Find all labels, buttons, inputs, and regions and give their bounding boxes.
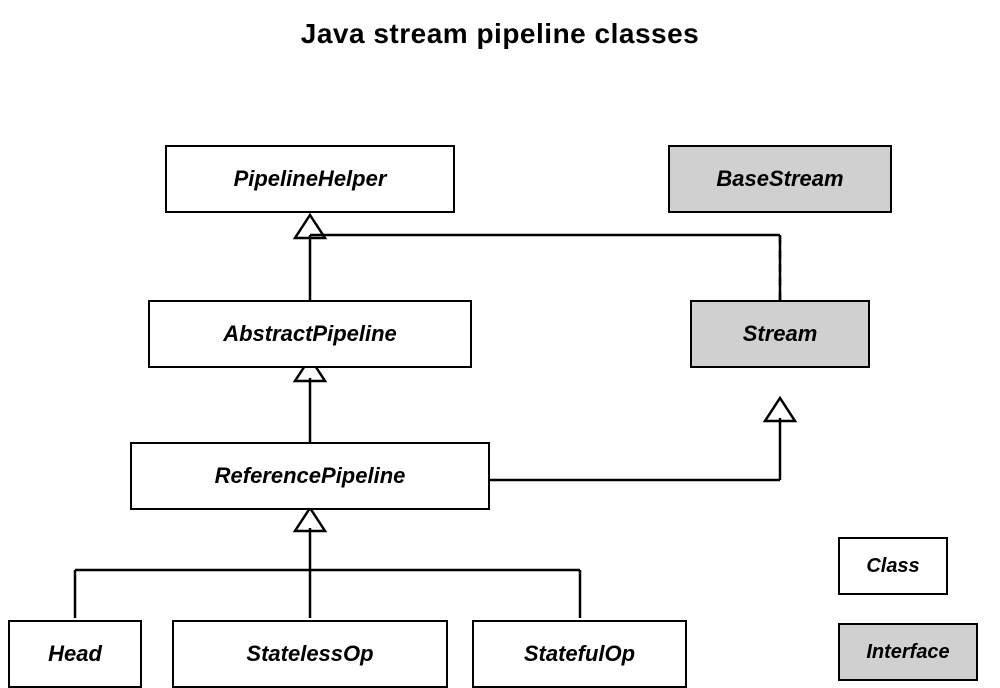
pipeline-helper-box: PipelineHelper [165,145,455,213]
abstract-pipeline-box: AbstractPipeline [148,300,472,368]
legend-class-box: Class [838,537,948,595]
legend-interface-box: Interface [838,623,978,681]
reference-pipeline-box: ReferencePipeline [130,442,490,510]
stream-box: Stream [690,300,870,368]
page-title: Java stream pipeline classes [0,0,1000,60]
stateful-op-box: StatefulOp [472,620,687,688]
diagram: PipelineHelper BaseStream AbstractPipeli… [0,60,1000,650]
stateless-op-box: StatelessOp [172,620,448,688]
head-box: Head [8,620,142,688]
base-stream-box: BaseStream [668,145,892,213]
